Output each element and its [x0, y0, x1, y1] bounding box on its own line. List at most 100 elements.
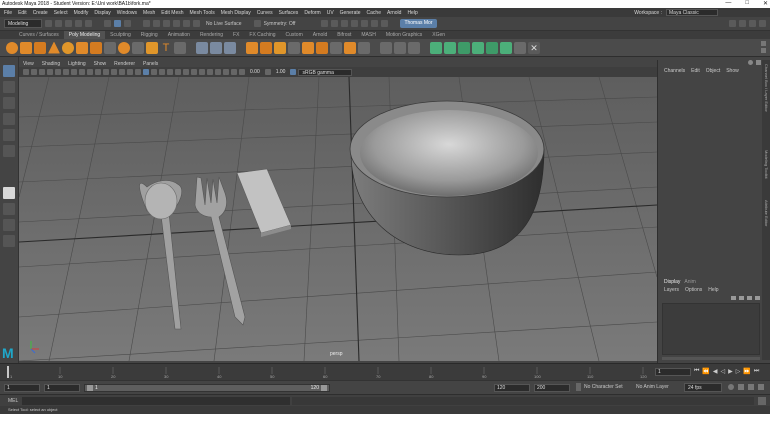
new-empty-layer-icon[interactable]	[747, 296, 752, 300]
render-frame-icon[interactable]	[321, 20, 329, 27]
menu-mesh[interactable]: Mesh	[143, 10, 155, 16]
maximize-button[interactable]: □	[745, 0, 749, 7]
shelf-tab-arnold[interactable]: Arnold	[308, 31, 332, 39]
command-input[interactable]	[22, 397, 290, 405]
boolean-difference-icon[interactable]	[260, 41, 272, 54]
film-gate-icon[interactable]	[79, 69, 85, 75]
bridge-icon[interactable]	[316, 41, 328, 54]
motion-blur-icon[interactable]	[183, 69, 189, 75]
bevel-icon[interactable]	[330, 41, 342, 54]
super-shape-icon[interactable]	[118, 41, 130, 54]
channel-box-icon[interactable]	[759, 20, 766, 27]
2d-pan-zoom-icon[interactable]	[55, 69, 61, 75]
snap-curve-icon[interactable]	[153, 20, 160, 27]
extrude-icon[interactable]	[302, 41, 314, 54]
screen-space-ao-icon[interactable]	[175, 69, 181, 75]
time-slider[interactable]: 1 10 20 30 40 50 60 70 80 90 100 110 120…	[0, 363, 770, 380]
range-slider-bar[interactable]: 1 120	[84, 384, 330, 392]
panel-menu-lighting[interactable]: Lighting	[68, 61, 86, 67]
auto-key-icon[interactable]	[748, 384, 754, 390]
channel-box-settings-icon[interactable]	[756, 60, 761, 65]
append-icon[interactable]	[358, 41, 370, 54]
layer-move-up-icon[interactable]	[731, 296, 736, 300]
redo-icon[interactable]	[85, 20, 92, 27]
tool-settings-icon[interactable]	[749, 20, 756, 27]
paint-select-tool-icon[interactable]	[3, 97, 15, 109]
sweep-mesh-icon[interactable]	[132, 41, 144, 54]
playback-start-field[interactable]: 1	[44, 384, 80, 392]
range-start-handle[interactable]	[87, 385, 93, 391]
loop-icon[interactable]	[728, 384, 734, 390]
channel-box-refresh-icon[interactable]	[748, 60, 753, 65]
layer-list-scrollbar[interactable]	[662, 357, 760, 360]
undo-icon[interactable]	[75, 20, 82, 27]
attribute-editor-icon[interactable]	[739, 20, 746, 27]
gamma-value[interactable]: 1.00	[276, 69, 286, 75]
snap-live-icon[interactable]	[193, 20, 200, 27]
rotate-tool-icon[interactable]	[3, 129, 15, 141]
uv-spherical-icon[interactable]	[458, 41, 470, 54]
smooth-icon[interactable]	[224, 41, 236, 54]
select-object-icon[interactable]	[114, 20, 121, 27]
new-layer-selected-icon[interactable]	[755, 296, 760, 300]
panel-menu-shading[interactable]: Shading	[42, 61, 60, 67]
play-forward-icon[interactable]: ▶	[728, 368, 733, 375]
textured-icon[interactable]	[151, 69, 157, 75]
use-all-lights-icon[interactable]	[159, 69, 165, 75]
select-camera-icon[interactable]	[23, 69, 29, 75]
menu-file[interactable]: File	[4, 10, 12, 16]
insert-edge-loop-icon[interactable]	[394, 41, 406, 54]
shelf-tab-poly-modeling[interactable]: Poly Modeling	[63, 31, 106, 39]
menu-help[interactable]: Help	[407, 10, 417, 16]
poly-cone-icon[interactable]	[48, 41, 60, 54]
move-tool-icon[interactable]	[3, 113, 15, 125]
shelf-tab-fx-caching[interactable]: FX Caching	[244, 31, 280, 39]
menuset-dropdown[interactable]: Modeling	[4, 19, 42, 28]
safe-title-icon[interactable]	[119, 69, 125, 75]
panel-menu-panels[interactable]: Panels	[143, 61, 158, 67]
shelf-tab-motion-graphics[interactable]: Motion Graphics	[381, 31, 427, 39]
shelf-tab-sculpting[interactable]: Sculpting	[105, 31, 136, 39]
menu-windows[interactable]: Windows	[117, 10, 137, 16]
select-hierarchy-icon[interactable]	[104, 20, 111, 27]
play-backward-icon[interactable]: ◁	[721, 368, 726, 375]
layer-menu-layers[interactable]: Layers	[664, 287, 679, 293]
animation-start-field[interactable]: 1	[4, 384, 40, 392]
side-tab-modeling-toolkit[interactable]: Modeling Toolkit	[763, 150, 769, 196]
backface-culling-icon[interactable]	[231, 69, 237, 75]
panel-menu-show[interactable]: Show	[94, 61, 107, 67]
poly-disc-icon[interactable]	[90, 41, 102, 54]
poly-torus-icon[interactable]	[62, 41, 74, 54]
open-scene-icon[interactable]	[55, 20, 62, 27]
shelf-tab-rigging[interactable]: Rigging	[136, 31, 163, 39]
wireframe-on-shaded-icon[interactable]	[143, 69, 149, 75]
layer-list[interactable]	[662, 303, 760, 355]
side-tab-channel-box[interactable]: Channel Box / Layer Editor	[763, 64, 769, 144]
platonic-solid-icon[interactable]	[104, 41, 116, 54]
uv-layout-icon[interactable]	[514, 41, 526, 54]
menu-mesh-tools[interactable]: Mesh Tools	[190, 10, 215, 16]
animation-end-field[interactable]: 200	[534, 384, 570, 392]
fps-dropdown[interactable]: 24 fps	[684, 383, 722, 392]
layer-menu-options[interactable]: Options	[685, 287, 702, 293]
new-scene-icon[interactable]	[45, 20, 52, 27]
field-chart-icon[interactable]	[103, 69, 109, 75]
menu-edit[interactable]: Edit	[18, 10, 27, 16]
persp-outliner-layout-icon[interactable]	[3, 219, 15, 231]
character-set-dropdown[interactable]: No Character Set	[584, 384, 623, 390]
menu-generate[interactable]: Generate	[340, 10, 361, 16]
go-to-start-icon[interactable]: ⏮	[694, 368, 699, 375]
live-surface-label[interactable]: No Live Surface	[206, 21, 242, 27]
combine-icon[interactable]	[196, 41, 208, 54]
menu-create[interactable]: Create	[33, 10, 48, 16]
channel-menu-edit[interactable]: Edit	[691, 68, 700, 74]
shelf-tab-xgen[interactable]: XGen	[427, 31, 450, 39]
anim-layer-dropdown[interactable]: No Anim Layer	[636, 384, 669, 390]
layer-tab-display[interactable]: Display	[664, 279, 680, 285]
menu-deform[interactable]: Deform	[304, 10, 320, 16]
menu-surfaces[interactable]: Surfaces	[279, 10, 299, 16]
safe-action-icon[interactable]	[111, 69, 117, 75]
poly-cube-icon[interactable]	[20, 41, 32, 54]
script-editor-icon[interactable]	[758, 397, 766, 405]
exposure-value[interactable]: 0.00	[250, 69, 260, 75]
